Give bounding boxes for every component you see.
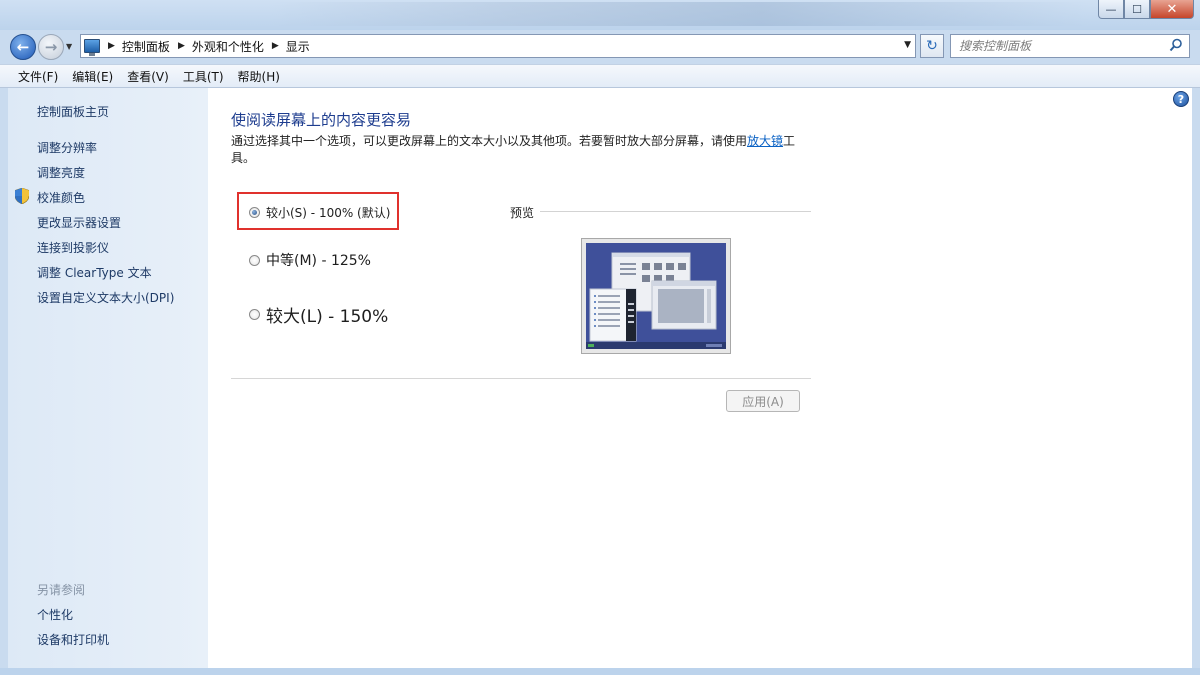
description-text: 通过选择其中一个选项，可以更改屏幕上的文本大小以及其他项。若要暂时放大部分屏幕，…: [231, 134, 748, 148]
forward-button[interactable]: →: [38, 34, 64, 60]
radio-medium[interactable]: [249, 254, 260, 266]
sidebar-item-display-settings[interactable]: 更改显示器设置: [37, 214, 121, 231]
page-title: 使阅读屏幕上的内容更容易: [231, 111, 412, 129]
breadcrumb-separator-icon[interactable]: ▶: [108, 41, 115, 51]
forward-arrow-icon: →: [44, 38, 58, 56]
back-arrow-icon: ←: [16, 38, 30, 56]
menu-view[interactable]: 查看(V): [120, 68, 176, 85]
option-larger-label[interactable]: 较大(L) - 150%: [266, 302, 388, 327]
breadcrumb-separator-icon[interactable]: ▶: [178, 41, 185, 51]
menu-edit[interactable]: 编辑(E): [65, 68, 120, 85]
menu-tools[interactable]: 工具(T): [176, 68, 231, 85]
preview-image: [581, 238, 731, 354]
menu-bar: 文件(F) 编辑(E) 查看(V) 工具(T) 帮助(H): [0, 64, 1200, 88]
magnifier-link[interactable]: 放大镜: [747, 134, 783, 148]
refresh-icon: ↻: [926, 38, 938, 54]
menu-file[interactable]: 文件(F): [11, 68, 65, 85]
breadcrumb-display[interactable]: 显示: [286, 38, 310, 55]
sidebar-item-personalization[interactable]: 个性化: [37, 606, 73, 623]
sidebar-item-devices-printers[interactable]: 设备和打印机: [37, 631, 109, 648]
search-input[interactable]: [959, 39, 1159, 53]
page-description: 通过选择其中一个选项，可以更改屏幕上的文本大小以及其他项。若要暂时放大部分屏幕，…: [231, 133, 809, 167]
back-button[interactable]: ←: [10, 34, 36, 60]
minimize-button[interactable]: —: [1098, 0, 1124, 19]
preview-divider: [540, 211, 811, 212]
option-medium[interactable]: 中等(M) - 125%: [249, 250, 371, 270]
address-bar[interactable]: ▶ 控制面板 ▶ 外观和个性化 ▶ 显示 ▼: [80, 34, 916, 58]
window-controls: — ☐ ✕: [1098, 0, 1194, 19]
sidebar-item-cleartype[interactable]: 调整 ClearType 文本: [37, 264, 152, 281]
navigation-bar: ← → ▼ ▶ 控制面板 ▶ 外观和个性化 ▶ 显示 ▼ ↻: [0, 30, 1200, 64]
menu-help[interactable]: 帮助(H): [231, 68, 287, 85]
option-medium-label[interactable]: 中等(M) - 125%: [266, 250, 371, 270]
sidebar-item-custom-dpi[interactable]: 设置自定义文本大小(DPI): [37, 289, 174, 306]
title-bar: — ☐ ✕: [0, 0, 1200, 30]
see-also-heading: 另请参阅: [37, 583, 86, 597]
sidebar-item-resolution[interactable]: 调整分辨率: [37, 139, 97, 156]
recent-pages-dropdown-icon[interactable]: ▼: [66, 42, 72, 51]
apply-button[interactable]: 应用(A): [726, 390, 800, 412]
address-dropdown-icon[interactable]: ▼: [904, 40, 911, 50]
option-smaller-label[interactable]: 较小(S) - 100% (默认): [266, 204, 390, 221]
control-panel-icon: [84, 39, 100, 56]
breadcrumb-separator-icon[interactable]: ▶: [272, 41, 279, 51]
content-divider: [231, 378, 811, 379]
refresh-button[interactable]: ↻: [920, 34, 944, 58]
breadcrumb-appearance[interactable]: 外观和个性化: [192, 38, 264, 55]
search-icon[interactable]: [1169, 38, 1183, 52]
radio-smaller[interactable]: [249, 207, 260, 218]
radio-larger[interactable]: [249, 309, 260, 320]
search-box[interactable]: [950, 34, 1190, 58]
option-larger[interactable]: 较大(L) - 150%: [249, 302, 388, 327]
main-panel: ? 使阅读屏幕上的内容更容易 通过选择其中一个选项，可以更改屏幕上的文本大小以及…: [208, 88, 1192, 668]
shield-icon: [15, 188, 29, 204]
help-icon[interactable]: ?: [1173, 91, 1189, 107]
option-smaller[interactable]: 较小(S) - 100% (默认): [249, 204, 390, 221]
sidebar-item-brightness[interactable]: 调整亮度: [37, 164, 85, 181]
sidebar-item-projector[interactable]: 连接到投影仪: [37, 239, 109, 256]
close-button[interactable]: ✕: [1150, 0, 1194, 19]
window-frame-bottom: [0, 668, 1200, 675]
preview-screen: [586, 243, 726, 349]
title-bar-background: [270, 2, 1090, 26]
preview-label: 预览: [510, 206, 535, 220]
maximize-button[interactable]: ☐: [1124, 0, 1150, 19]
sidebar-item-home[interactable]: 控制面板主页: [37, 103, 109, 120]
sidebar-item-calibrate-color[interactable]: 校准颜色: [37, 189, 85, 206]
sidebar: 控制面板主页 调整分辨率 调整亮度 校准颜色 更改显示器设置 连接到投影仪 调整…: [8, 88, 208, 668]
breadcrumb-control-panel[interactable]: 控制面板: [122, 38, 170, 55]
